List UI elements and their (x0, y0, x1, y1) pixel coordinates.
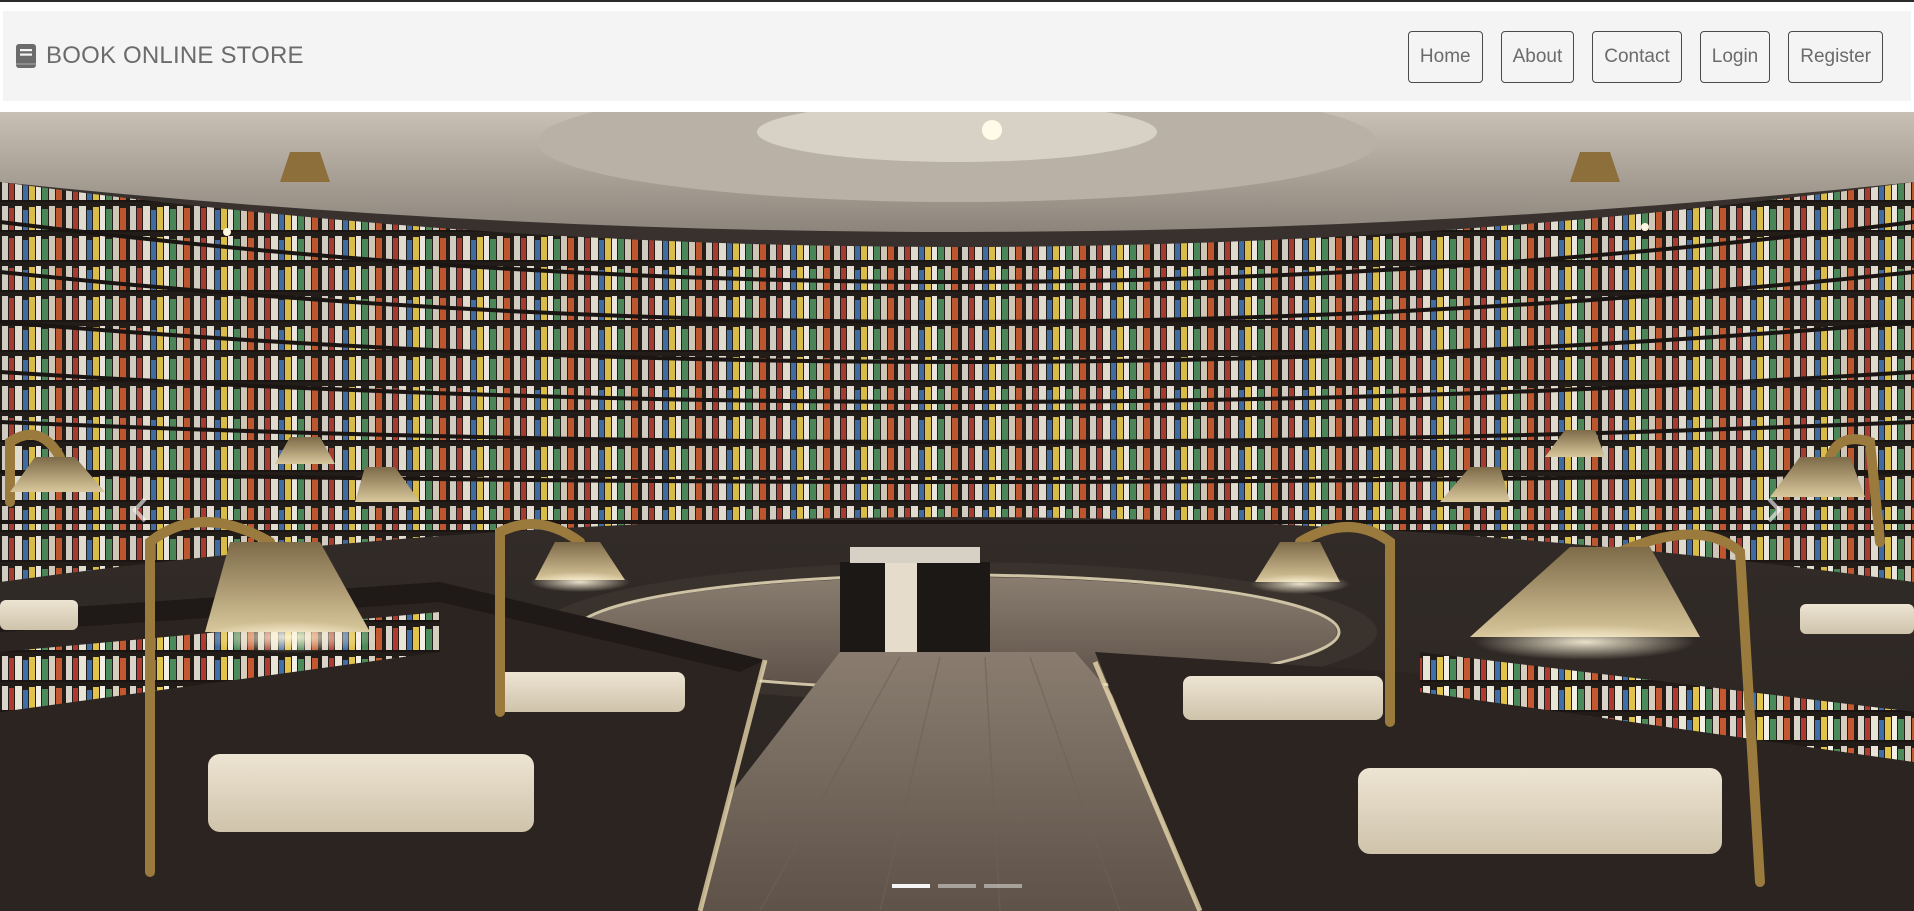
carousel-indicators (0, 884, 1914, 888)
chevron-right-icon (1767, 497, 1782, 523)
brand-text: BOOK ONLINE STORE (46, 42, 304, 69)
nav-home-button[interactable]: Home (1407, 31, 1483, 83)
carousel-indicator-3[interactable] (984, 884, 1022, 888)
nav-about-button[interactable]: About (1500, 31, 1575, 83)
nav-links: Home About Contact Login Register (1407, 31, 1883, 83)
nav-register-button[interactable]: Register (1788, 31, 1883, 83)
chevron-left-icon (132, 497, 147, 523)
navbar: BOOK ONLINE STORE Home About Contact Log… (3, 11, 1911, 101)
carousel-indicator-1[interactable] (892, 884, 930, 888)
nav-login-button[interactable]: Login (1699, 31, 1771, 83)
bookstore-interior-photo (0, 112, 1914, 911)
carousel-next-button[interactable] (1744, 480, 1804, 540)
brand[interactable]: BOOK ONLINE STORE (15, 11, 304, 101)
hero-carousel[interactable] (0, 112, 1914, 911)
top-border (0, 0, 1914, 2)
carousel-prev-button[interactable] (110, 480, 170, 540)
carousel-indicator-2[interactable] (938, 884, 976, 888)
book-icon (16, 44, 36, 68)
nav-contact-button[interactable]: Contact (1592, 31, 1682, 83)
